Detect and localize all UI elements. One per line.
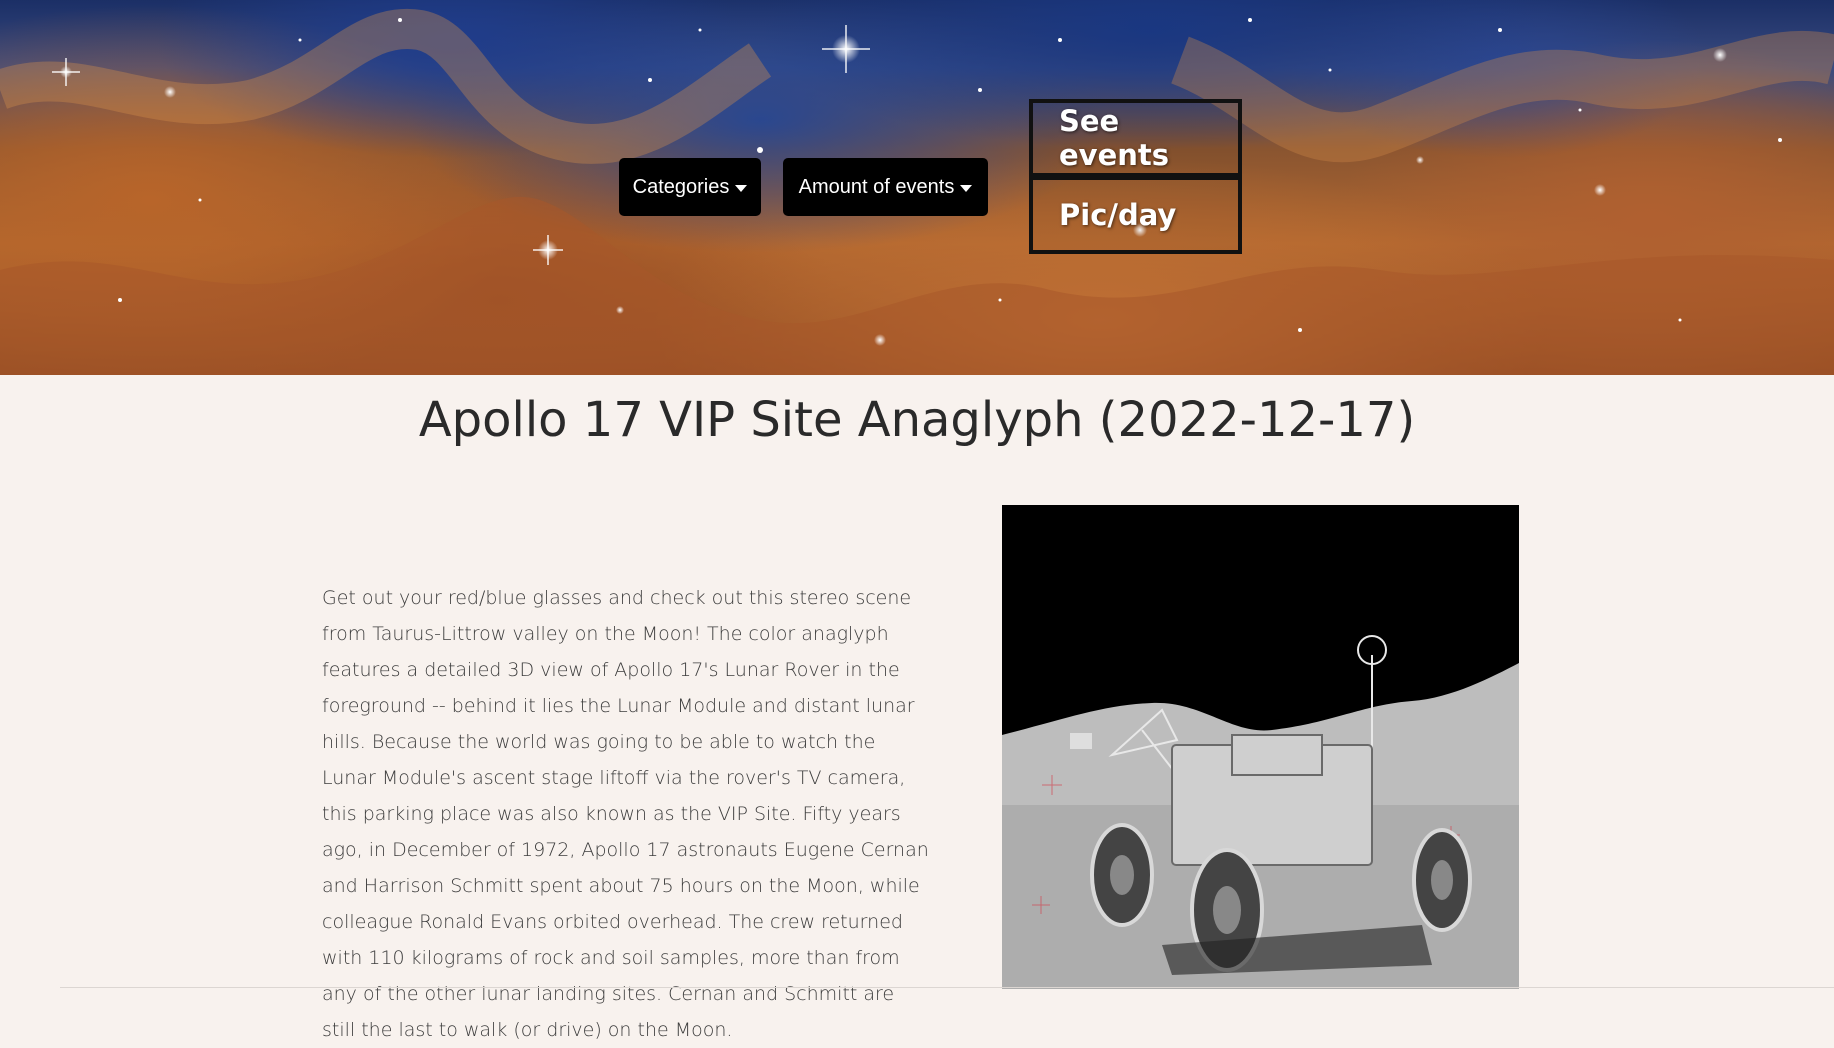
see-events-label: See events [1059, 104, 1170, 172]
pic-day-label: Pic/day [1059, 198, 1177, 232]
divider [60, 987, 1834, 988]
hero-banner: Categories Amount of events See events P… [0, 0, 1834, 375]
caret-down-icon [960, 184, 973, 192]
amount-of-events-dropdown-button[interactable]: Amount of events [783, 158, 988, 216]
apod-explanation: Get out your red/blue glasses and check … [322, 587, 929, 1041]
caret-down-icon [735, 184, 748, 192]
apod-image [1002, 505, 1519, 989]
page-title: Apollo 17 VIP Site Anaglyph (2022-12-17) [418, 392, 1416, 448]
categories-dropdown-button[interactable]: Categories [619, 158, 761, 216]
categories-label: Categories [632, 175, 730, 198]
amount-of-events-label: Amount of events [798, 175, 955, 198]
see-events-button[interactable]: See events [1029, 99, 1242, 177]
pic-day-button[interactable]: Pic/day [1029, 176, 1242, 254]
